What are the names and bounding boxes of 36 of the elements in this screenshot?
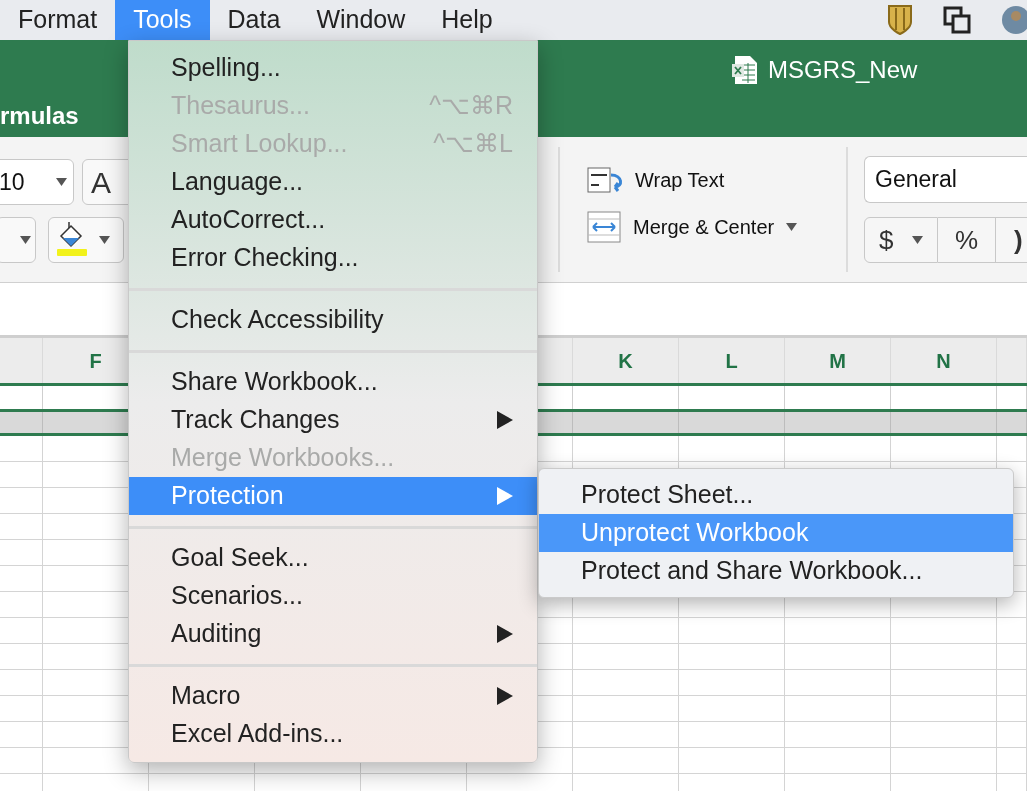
spreadsheet-file-icon bbox=[732, 55, 758, 85]
merge-center-icon bbox=[587, 211, 621, 243]
shield-icon[interactable] bbox=[887, 4, 913, 36]
currency-button[interactable]: $ bbox=[864, 217, 938, 263]
comma-style-button[interactable]: ) bbox=[996, 217, 1027, 263]
avatar-icon[interactable] bbox=[1001, 5, 1027, 35]
merge-center-button[interactable]: Merge & Center bbox=[633, 212, 775, 242]
menu-bar-item[interactable]: Format bbox=[0, 0, 116, 40]
caret-icon bbox=[56, 178, 67, 186]
windows-icon[interactable] bbox=[943, 6, 971, 34]
caret-icon bbox=[912, 236, 923, 244]
wrap-text-button[interactable]: Wrap Text bbox=[635, 165, 725, 195]
menu-bar-item[interactable]: Data bbox=[209, 0, 299, 40]
menu-item[interactable]: Check Accessibility bbox=[129, 301, 537, 339]
menu-bar-item[interactable]: Window bbox=[298, 0, 424, 40]
font-size-field[interactable]: 10 bbox=[0, 159, 74, 205]
menu-item[interactable]: Scenarios... bbox=[129, 577, 537, 615]
menu-bar-item[interactable]: Help bbox=[423, 0, 511, 40]
window-title: MSGRS_New bbox=[768, 55, 918, 85]
percent-button[interactable]: % bbox=[938, 217, 996, 263]
menu-item[interactable]: Auditing bbox=[129, 615, 537, 653]
fill-color-button[interactable] bbox=[48, 217, 124, 263]
caret-icon bbox=[20, 236, 31, 244]
menu-item[interactable]: Spelling... bbox=[129, 49, 537, 87]
menu-item[interactable]: Protect and Share Workbook... bbox=[539, 552, 1013, 590]
menu-item[interactable]: Macro bbox=[129, 677, 537, 715]
caret-icon bbox=[99, 236, 110, 244]
menu-item[interactable]: Goal Seek... bbox=[129, 539, 537, 577]
ribbon-tab[interactable]: rmulas bbox=[0, 98, 79, 134]
menu-item[interactable]: Track Changes bbox=[129, 401, 537, 439]
borders-button[interactable] bbox=[0, 217, 36, 263]
number-format-field[interactable]: General bbox=[864, 156, 1027, 203]
menu-item[interactable]: Protect Sheet... bbox=[539, 476, 1013, 514]
menu-item[interactable]: Error Checking... bbox=[129, 239, 537, 277]
menu-item[interactable]: Excel Add-ins... bbox=[129, 715, 537, 753]
caret-icon bbox=[786, 223, 798, 231]
